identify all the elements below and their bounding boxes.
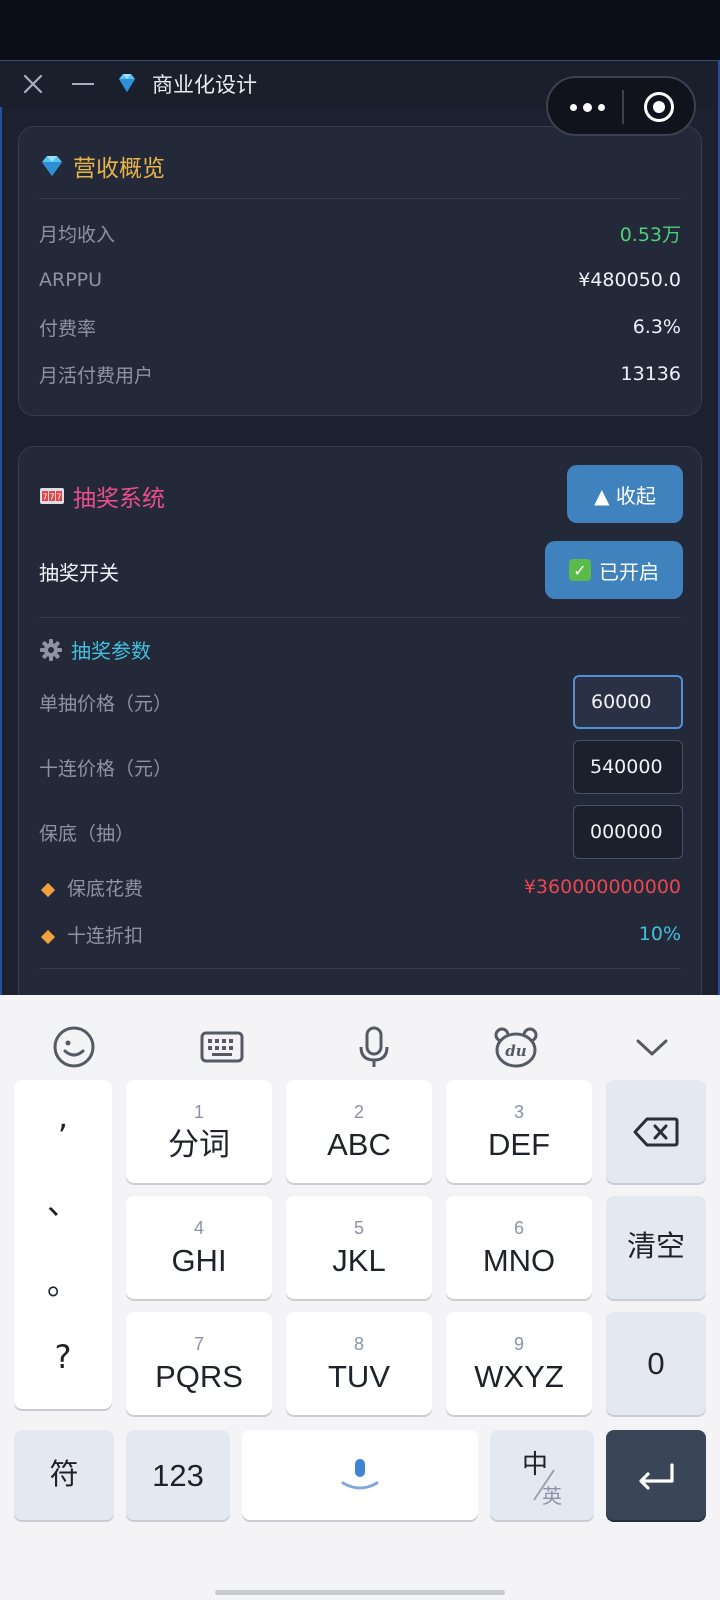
svg-text:du: du <box>505 1042 526 1060</box>
punct-key[interactable]: , <box>14 1098 112 1136</box>
svg-text:7: 7 <box>42 493 47 502</box>
symbol-key[interactable]: 符 <box>14 1430 114 1520</box>
key-4[interactable]: 4 GHI <box>126 1196 272 1299</box>
key-2[interactable]: 2 ABC <box>286 1080 432 1183</box>
exit-miniprogram-icon[interactable] <box>644 92 674 122</box>
switch-state-label: 已开启 <box>599 559 659 584</box>
divider <box>39 617 681 618</box>
capsule-divider <box>622 90 624 124</box>
key-7[interactable]: 7 PQRS <box>126 1312 272 1415</box>
params-header: 抽奖参数 <box>39 635 151 664</box>
ten-price-input[interactable]: 540000 <box>573 740 683 794</box>
backspace-key[interactable] <box>606 1080 706 1183</box>
punct-key[interactable]: 、 <box>14 1178 112 1224</box>
enter-icon <box>639 1463 674 1490</box>
status-bar <box>0 0 720 60</box>
lottery-header: 7 7 7 抽奖系统 <box>39 479 165 513</box>
lottery-system-card: 7 7 7 抽奖系统 ▲ 收起 抽奖开关 ✓ 已开启 抽奖参数 单抽价格（元） … <box>18 446 702 995</box>
single-price-row: 单抽价格（元） <box>39 687 561 717</box>
language-toggle-key[interactable]: 中 英 <box>490 1430 594 1520</box>
voice-space-icon <box>341 1459 379 1490</box>
checkmark-icon: ✓ <box>569 559 591 581</box>
params-title: 抽奖参数 <box>71 639 151 663</box>
numeric-key[interactable]: 123 <box>126 1430 230 1520</box>
ten-discount-row: 十连折扣 10% <box>39 919 681 949</box>
lottery-switch-label: 抽奖开关 <box>39 561 119 585</box>
pity-cost-row: 保底花费 ¥360000000000 <box>39 872 681 902</box>
slash-divider <box>533 1469 555 1501</box>
window-title: 商业化设计 <box>152 73 257 97</box>
stat-label: 月均收入 <box>39 223 116 246</box>
pity-cost-value: ¥360000000000 <box>523 876 681 898</box>
key-9[interactable]: 9 WXYZ <box>446 1312 592 1415</box>
diamond-icon <box>119 74 135 92</box>
revenue-header: 营收概览 <box>39 149 165 183</box>
stat-value: 13136 <box>620 363 681 385</box>
stat-value: 0.53万 <box>619 223 681 246</box>
divider <box>39 198 681 199</box>
pity-input[interactable]: 000000 <box>573 805 683 859</box>
stat-label: 月活付费用户 <box>39 364 154 387</box>
stat-label: ARPPU <box>39 269 103 291</box>
du-bear-icon[interactable]: du <box>492 1023 540 1071</box>
revenue-title: 营收概览 <box>73 156 165 182</box>
punct-key[interactable]: 。 <box>14 1258 112 1304</box>
key-3[interactable]: 3 DEF <box>446 1080 592 1183</box>
stat-value: 6.3% <box>632 316 681 338</box>
key-5[interactable]: 5 JKL <box>286 1196 432 1299</box>
ten-discount-value: 10% <box>638 923 681 945</box>
stat-value: ¥480050.0 <box>578 269 681 291</box>
minimize-icon[interactable] <box>72 83 94 85</box>
close-icon[interactable] <box>20 71 46 97</box>
stat-label: 付费率 <box>39 317 97 340</box>
key-1[interactable]: 1 分词 <box>126 1080 272 1183</box>
lottery-switch-button[interactable]: ✓ 已开启 <box>545 541 683 599</box>
key-8[interactable]: 8 TUV <box>286 1312 432 1415</box>
mini-program-window: 商业化设计 营收概览 月均收入 0.53万 ARPPU ¥480050.0 付费… <box>0 60 720 995</box>
ten-price-label: 十连价格（元） <box>39 757 173 780</box>
gear-icon <box>40 638 62 661</box>
pity-cost-label: 保底花费 <box>67 877 144 900</box>
svg-text:7: 7 <box>56 493 61 502</box>
chevron-down-icon[interactable] <box>628 1023 676 1071</box>
punctuation-column[interactable]: , 、 。 ? <box>14 1080 112 1409</box>
divider <box>39 968 681 969</box>
diamond-bullet-icon <box>40 882 56 897</box>
revenue-overview-card: 营收概览 月均收入 0.53万 ARPPU ¥480050.0 付费率 6.3%… <box>18 126 702 416</box>
capsule-menu <box>546 76 696 136</box>
diamond-icon <box>42 156 62 176</box>
stat-row-monthly-income: 月均收入 0.53万 <box>39 218 681 248</box>
single-price-label: 单抽价格（元） <box>39 692 173 715</box>
clear-key[interactable]: 清空 <box>606 1196 706 1299</box>
pity-row: 保底（抽） <box>39 817 561 847</box>
soft-keyboard: du , 、 。 ? 1 分词 2 ABC 3 DEF 4 GHI 5 JKL … <box>0 995 720 1600</box>
backspace-icon <box>633 1117 679 1146</box>
enter-key[interactable] <box>606 1430 706 1520</box>
space-key[interactable] <box>242 1430 478 1520</box>
stat-row-mau-paying: 月活付费用户 13136 <box>39 359 681 389</box>
keyboard-icon[interactable] <box>198 1023 246 1071</box>
svg-text:7: 7 <box>49 493 54 502</box>
ten-discount-label: 十连折扣 <box>67 924 144 947</box>
microphone-icon[interactable] <box>350 1023 398 1071</box>
stat-row-arppu: ARPPU ¥480050.0 <box>39 265 681 295</box>
key-0[interactable]: 0 <box>606 1312 706 1415</box>
home-indicator[interactable] <box>215 1590 505 1595</box>
ten-price-row: 十连价格（元） <box>39 752 561 782</box>
key-6[interactable]: 6 MNO <box>446 1196 592 1299</box>
single-price-input[interactable]: 60000 <box>573 675 683 729</box>
collapse-button[interactable]: ▲ 收起 <box>567 465 683 523</box>
punct-key[interactable]: ? <box>14 1338 112 1376</box>
emoji-icon[interactable] <box>50 1023 98 1071</box>
diamond-bullet-icon <box>40 929 56 944</box>
lottery-title: 抽奖系统 <box>73 486 165 512</box>
slot-machine-icon: 7 7 7 <box>40 488 64 504</box>
pity-label: 保底（抽） <box>39 822 135 845</box>
more-options-icon[interactable] <box>570 103 605 112</box>
stat-row-pay-rate: 付费率 6.3% <box>39 312 681 342</box>
